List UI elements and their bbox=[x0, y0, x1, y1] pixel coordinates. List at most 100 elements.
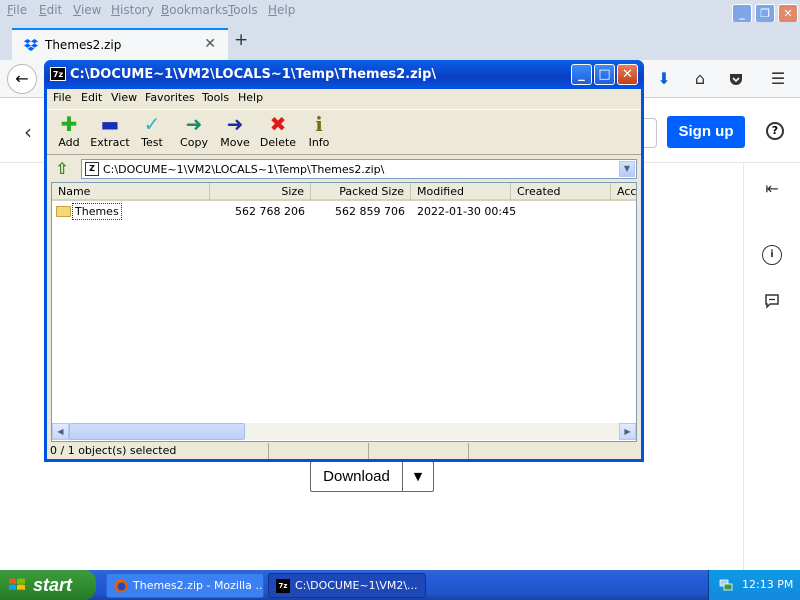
move-button[interactable]: ➜ Move bbox=[213, 112, 257, 154]
ff-restore-button[interactable]: ❐ bbox=[755, 4, 775, 23]
dropbox-favicon-icon bbox=[24, 39, 38, 51]
status-divider bbox=[368, 443, 369, 459]
folder-icon bbox=[56, 206, 71, 217]
new-tab-button[interactable]: + bbox=[234, 30, 248, 50]
info-icon[interactable]: i bbox=[762, 245, 782, 265]
tab-close-icon[interactable]: ✕ bbox=[204, 36, 216, 52]
info-button[interactable]: i Info bbox=[297, 112, 341, 154]
scroll-left-icon[interactable]: ◀ bbox=[52, 423, 69, 440]
delete-x-icon: ✖ bbox=[269, 112, 287, 136]
7zip-menubar: File Edit View Favorites Tools Help bbox=[47, 89, 641, 108]
table-row[interactable]: Themes 562 768 206 562 859 706 2022-01-3… bbox=[52, 203, 636, 220]
page-search-box[interactable] bbox=[643, 118, 657, 148]
firefox-tabstrip: Themes2.zip ✕ bbox=[0, 22, 800, 60]
taskbar: start Themes2.zip - Mozilla ... 7z C:\DO… bbox=[0, 570, 800, 600]
start-button[interactable]: start bbox=[0, 570, 96, 600]
7zip-menu-edit[interactable]: Edit bbox=[81, 91, 102, 104]
7zip-menu-help[interactable]: Help bbox=[238, 91, 263, 104]
comment-icon[interactable] bbox=[762, 291, 782, 311]
row-modified: 2022-01-30 00:45 bbox=[417, 205, 517, 218]
menu-edit[interactable]: Edit bbox=[39, 3, 62, 17]
archive-icon: Z bbox=[85, 162, 99, 176]
add-button[interactable]: ✚ Add bbox=[47, 112, 91, 154]
col-accessed[interactable]: Acce bbox=[611, 183, 636, 201]
address-dropdown-icon[interactable]: ▼ bbox=[619, 161, 635, 177]
menu-view[interactable]: View bbox=[73, 3, 101, 17]
sign-up-button[interactable]: Sign up bbox=[667, 116, 745, 148]
7zip-menu-tools[interactable]: Tools bbox=[202, 91, 229, 104]
address-combobox[interactable]: Z C:\DOCUME~1\VM2\LOCALS~1\Temp\Themes2.… bbox=[81, 159, 637, 179]
selection-status: 0 / 1 object(s) selected bbox=[50, 444, 177, 457]
scroll-right-icon[interactable]: ▶ bbox=[619, 423, 636, 440]
download-split-button: Download ▼ bbox=[310, 461, 434, 492]
home-icon[interactable]: ⌂ bbox=[689, 68, 711, 90]
network-tray-icon[interactable] bbox=[719, 578, 733, 592]
test-button[interactable]: ✓ Test bbox=[130, 112, 174, 154]
col-modified[interactable]: Modified bbox=[411, 183, 511, 201]
download-options-chevron-icon[interactable]: ▼ bbox=[403, 462, 433, 491]
scrollbar-thumb[interactable] bbox=[69, 423, 245, 440]
collapse-panel-icon[interactable]: ⇤ bbox=[762, 179, 782, 199]
7zip-close-button[interactable]: ✕ bbox=[617, 64, 638, 85]
file-list-header: Name Size Packed Size Modified Created A… bbox=[52, 183, 636, 201]
tab-themes2-zip[interactable]: Themes2.zip ✕ bbox=[12, 28, 228, 60]
check-icon: ✓ bbox=[143, 112, 161, 136]
horizontal-scrollbar[interactable]: ◀ ▶ bbox=[52, 423, 636, 440]
menu-history[interactable]: History bbox=[111, 3, 154, 17]
windows-logo-icon bbox=[9, 578, 25, 590]
copy-arrow-icon: ➜ bbox=[185, 112, 203, 136]
hamburger-menu-icon[interactable]: ☰ bbox=[767, 68, 789, 90]
taskbar-firefox-button[interactable]: Themes2.zip - Mozilla ... bbox=[106, 573, 264, 598]
row-name: Themes bbox=[72, 203, 122, 220]
move-arrow-icon: ➜ bbox=[226, 112, 244, 136]
7zip-menu-file[interactable]: File bbox=[53, 91, 71, 104]
folder-up-icon[interactable]: ⇧ bbox=[51, 159, 73, 179]
col-created[interactable]: Created bbox=[511, 183, 611, 201]
7zip-menu-favorites[interactable]: Favorites bbox=[145, 91, 195, 104]
info-icon: i bbox=[315, 112, 323, 136]
address-path: C:\DOCUME~1\VM2\LOCALS~1\Temp\Themes2.zi… bbox=[103, 163, 385, 176]
7zip-client-area: File Edit View Favorites Tools Help ✚ Ad… bbox=[47, 89, 641, 459]
extract-button[interactable]: ▬ Extract bbox=[88, 112, 132, 154]
delete-button[interactable]: ✖ Delete bbox=[256, 112, 300, 154]
col-name[interactable]: Name bbox=[52, 183, 210, 201]
menu-tools[interactable]: Tools bbox=[228, 3, 258, 17]
7zip-window: 7z C:\DOCUME~1\VM2\LOCALS~1\Temp\Themes2… bbox=[44, 60, 644, 462]
row-size: 562 768 206 bbox=[235, 205, 305, 218]
back-button[interactable]: ← bbox=[7, 64, 37, 94]
menu-help[interactable]: Help bbox=[268, 3, 295, 17]
7zip-menu-view[interactable]: View bbox=[111, 91, 137, 104]
7zip-maximize-button[interactable]: □ bbox=[594, 64, 615, 85]
7zip-window-title: C:\DOCUME~1\VM2\LOCALS~1\Temp\Themes2.zi… bbox=[70, 67, 437, 82]
status-divider bbox=[468, 443, 469, 459]
ff-close-button[interactable]: ✕ bbox=[778, 4, 798, 23]
clock[interactable]: 12:13 PM bbox=[742, 570, 793, 600]
downloads-icon[interactable]: ⬇ bbox=[653, 68, 675, 90]
ff-minimize-button[interactable]: _ bbox=[732, 4, 752, 23]
file-list: Name Size Packed Size Modified Created A… bbox=[51, 182, 637, 442]
status-divider bbox=[268, 443, 269, 459]
col-packed-size[interactable]: Packed Size bbox=[311, 183, 411, 201]
copy-button[interactable]: ➜ Copy bbox=[172, 112, 216, 154]
menu-bookmarks[interactable]: Bookmarks bbox=[161, 3, 228, 17]
taskbar-7zip-button[interactable]: 7z C:\DOCUME~1\VM2\... bbox=[268, 573, 426, 598]
firefox-menubar: File Edit View History Bookmarks Tools H… bbox=[0, 0, 800, 23]
file-side-rail: ⇤ i bbox=[743, 163, 800, 570]
tab-title: Themes2.zip bbox=[45, 38, 122, 52]
page-back-chevron-icon[interactable]: ‹ bbox=[24, 120, 32, 144]
help-icon[interactable]: ? bbox=[766, 122, 784, 140]
7zip-taskbar-icon: 7z bbox=[276, 579, 290, 593]
download-button[interactable]: Download bbox=[311, 462, 403, 491]
minus-icon: ▬ bbox=[100, 112, 120, 136]
menu-file[interactable]: File bbox=[7, 3, 27, 17]
system-tray: 12:13 PM bbox=[708, 570, 800, 600]
col-size[interactable]: Size bbox=[210, 183, 311, 201]
7zip-titlebar[interactable]: 7z C:\DOCUME~1\VM2\LOCALS~1\Temp\Themes2… bbox=[44, 60, 644, 89]
firefox-icon bbox=[114, 579, 128, 593]
7zip-toolbar: ✚ Add ▬ Extract ✓ Test ➜ Copy ➜ Move ✖ D… bbox=[47, 109, 641, 155]
plus-icon: ✚ bbox=[60, 112, 78, 136]
back-arrow-icon: ← bbox=[15, 69, 29, 88]
pocket-icon[interactable] bbox=[725, 68, 747, 90]
row-packed-size: 562 859 706 bbox=[335, 205, 405, 218]
7zip-minimize-button[interactable]: _ bbox=[571, 64, 592, 85]
